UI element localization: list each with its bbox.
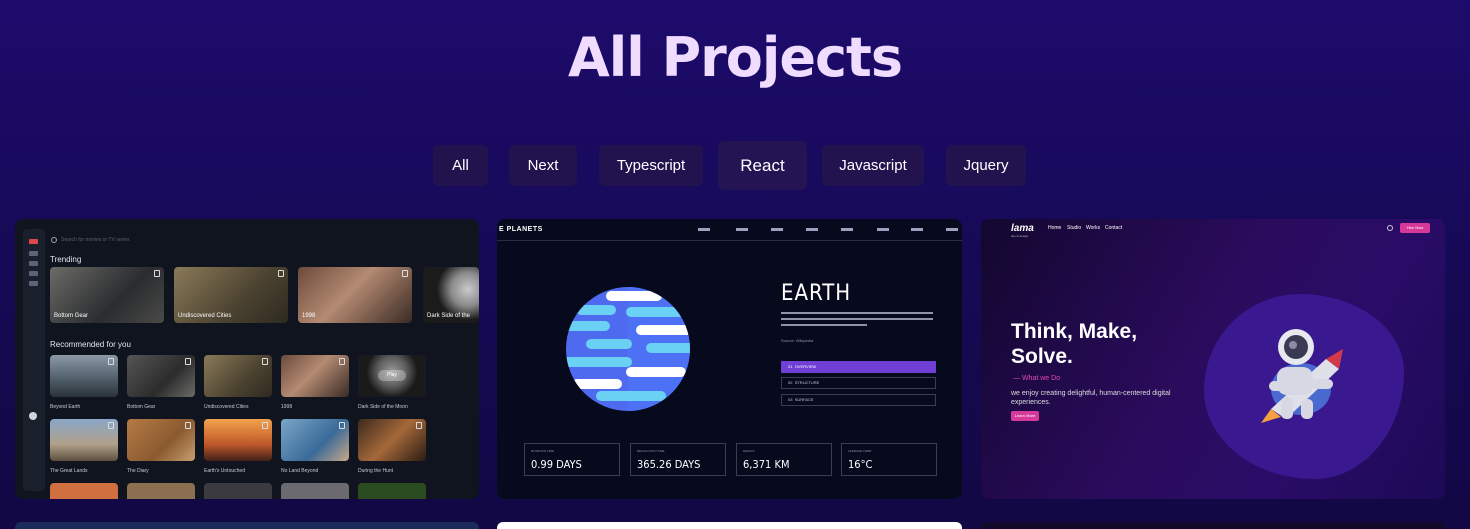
project-card-partial[interactable] bbox=[497, 522, 962, 529]
bookmark-icon bbox=[185, 422, 191, 429]
section-recommended-title: Recommended for you bbox=[50, 340, 131, 349]
recommended-item: Play bbox=[358, 355, 426, 397]
tab-overview[interactable]: 01 OVERVIEW bbox=[781, 361, 936, 373]
filter-jquery-button[interactable]: Jquery bbox=[946, 145, 1026, 186]
hire-button[interactable]: Hire Now bbox=[1400, 223, 1430, 233]
planet-nav-item bbox=[911, 228, 923, 231]
project-card-streaming[interactable]: Search for movies or TV series Trending … bbox=[15, 219, 479, 499]
nav-contact-link[interactable]: Contact bbox=[1105, 225, 1122, 231]
recommended-item bbox=[358, 419, 426, 461]
movies-icon bbox=[29, 261, 38, 266]
project-card-lama[interactable]: lama dev & design Home Studio Works Cont… bbox=[981, 219, 1445, 499]
bookmark-icon bbox=[185, 358, 191, 365]
stat-rotation: ROTATION TIME 0.99 DAYS bbox=[524, 443, 620, 476]
stat-revolution: REVOLUTION TIME 365.26 DAYS bbox=[630, 443, 726, 476]
recommended-item bbox=[281, 355, 349, 397]
planet-nav-item bbox=[877, 228, 889, 231]
bookmark-icon bbox=[278, 270, 284, 277]
project-card-partial[interactable] bbox=[981, 522, 1445, 529]
what-we-do-label: — What we Do bbox=[1013, 375, 1061, 382]
tab-surface[interactable]: 03 SURFACE bbox=[781, 394, 936, 406]
recommended-item bbox=[204, 419, 272, 461]
filter-next-button[interactable]: Next bbox=[509, 145, 577, 186]
planet-nav-item bbox=[841, 228, 853, 231]
stat-temperature: AVERAGE TEMP. 16°C bbox=[841, 443, 937, 476]
planet-nav-item bbox=[698, 228, 710, 231]
trending-item: Dark Side of the bbox=[423, 267, 479, 323]
page-title: All Projects bbox=[567, 26, 903, 89]
planet-name: EARTH bbox=[781, 281, 852, 306]
section-trending-title: Trending bbox=[50, 255, 82, 264]
nav-works-link[interactable]: Works bbox=[1086, 225, 1100, 231]
recommended-item bbox=[50, 355, 118, 397]
recommended-item bbox=[358, 483, 426, 499]
search-icon bbox=[51, 237, 57, 243]
nav-studio-link[interactable]: Studio bbox=[1067, 225, 1081, 231]
tv-icon bbox=[29, 271, 38, 276]
trending-item: Bottom Gear bbox=[50, 267, 164, 323]
recommended-item bbox=[127, 355, 195, 397]
recommended-item bbox=[281, 419, 349, 461]
planet-nav-item bbox=[946, 228, 958, 231]
avatar bbox=[29, 412, 37, 420]
hero-heading: Think, Make, Solve. bbox=[1011, 320, 1138, 368]
app-sidebar bbox=[23, 229, 45, 491]
bookmark-icon bbox=[416, 422, 422, 429]
bookmark-icon bbox=[108, 358, 114, 365]
search-icon[interactable] bbox=[1387, 225, 1393, 231]
recommended-item bbox=[50, 483, 118, 499]
filter-react-button[interactable]: React bbox=[718, 141, 807, 190]
planet-nav-item bbox=[771, 228, 783, 231]
bookmark-icon bbox=[339, 358, 345, 365]
recommended-item bbox=[50, 419, 118, 461]
planet-nav-item bbox=[736, 228, 748, 231]
filter-javascript-button[interactable]: Javascript bbox=[822, 145, 924, 186]
filter-typescript-button[interactable]: Typescript bbox=[599, 145, 703, 186]
tab-structure[interactable]: 02 STRUCTURE bbox=[781, 377, 936, 389]
project-card-partial[interactable] bbox=[15, 522, 479, 529]
bookmark-icon bbox=[339, 422, 345, 429]
bookmark-icon bbox=[154, 270, 160, 277]
stat-radius: RADIUS 6,371 KM bbox=[736, 443, 832, 476]
project-card-planets[interactable]: E PLANETS EARTH Source: Wikipedia 01 OVE… bbox=[497, 219, 962, 499]
recommended-item bbox=[127, 483, 195, 499]
bookmark-icon bbox=[402, 270, 408, 277]
search-input: Search for movies or TV series bbox=[61, 237, 130, 243]
filter-all-button[interactable]: All bbox=[433, 145, 488, 186]
recommended-item bbox=[281, 483, 349, 499]
planet-source-link[interactable]: Source: Wikipedia bbox=[781, 338, 813, 343]
recommended-item bbox=[204, 483, 272, 499]
bookmark-icon bbox=[262, 422, 268, 429]
recommended-item bbox=[127, 419, 195, 461]
filter-bar: All Next Typescript React Javascript Jqu… bbox=[0, 141, 1470, 191]
hero-description: we enjoy creating delightful, human-cent… bbox=[1011, 390, 1171, 406]
trending-item: Undiscovered Cities bbox=[174, 267, 288, 323]
nav-home-link[interactable]: Home bbox=[1048, 225, 1061, 231]
planets-brand: E PLANETS bbox=[499, 226, 543, 233]
recommended-item bbox=[204, 355, 272, 397]
home-icon bbox=[29, 251, 38, 256]
trending-item: 1998 bbox=[298, 267, 412, 323]
planet-nav-item bbox=[806, 228, 818, 231]
lama-logo: lama bbox=[1011, 223, 1034, 234]
earth-illustration bbox=[566, 287, 690, 411]
bookmark-icon bbox=[29, 281, 38, 286]
bookmark-icon bbox=[108, 422, 114, 429]
app-logo-icon bbox=[29, 239, 38, 244]
learn-more-button[interactable]: Learn More bbox=[1011, 411, 1039, 421]
bookmark-icon bbox=[262, 358, 268, 365]
play-button[interactable]: Play bbox=[378, 370, 406, 381]
astronaut-illustration bbox=[1261, 329, 1343, 423]
